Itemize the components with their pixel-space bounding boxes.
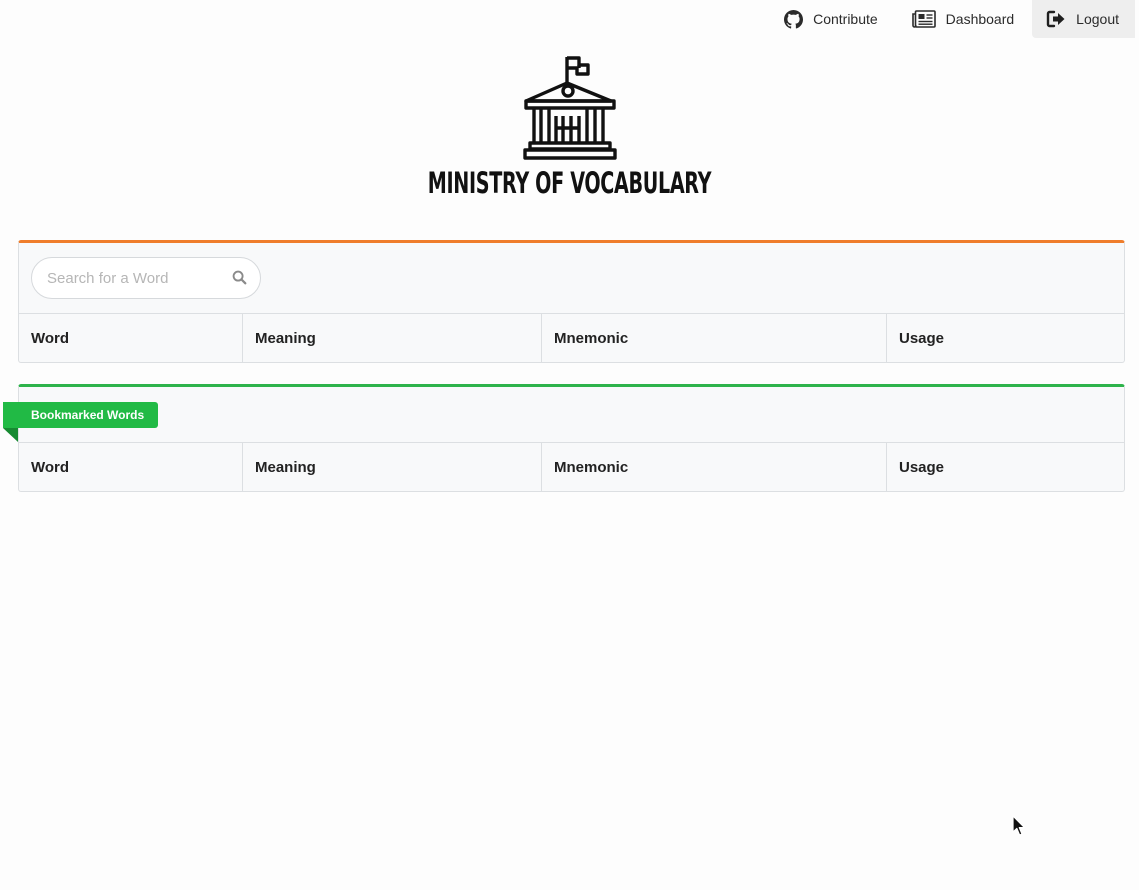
- column-header-word: Word: [19, 314, 243, 362]
- dashboard-link[interactable]: Dashboard: [896, 0, 1033, 38]
- bookmarks-column-header-mnemonic: Mnemonic: [542, 443, 887, 491]
- contribute-label: Contribute: [813, 11, 878, 27]
- column-header-usage: Usage: [899, 329, 945, 347]
- bookmarks-column-header-usage: Usage: [899, 458, 945, 476]
- government-building-icon: [522, 56, 617, 160]
- bookmarks-panel-header: Bookmarked Words: [3, 387, 1124, 443]
- logout-label: Logout: [1076, 11, 1119, 27]
- dashboard-label: Dashboard: [945, 11, 1015, 27]
- logo-title: MINISTRY OF VOCABULARY: [427, 166, 712, 200]
- mouse-cursor-icon: [1012, 815, 1026, 836]
- github-icon: [783, 9, 803, 29]
- bookmarks-table-header: Word Meaning Mnemonic Usage: [19, 443, 1124, 491]
- bookmarks-panel: Bookmarked Words Word Meaning Mnemonic U…: [3, 384, 1125, 492]
- search-panel-header: [19, 243, 1124, 314]
- bookmarks-column-header-meaning: Meaning: [243, 443, 542, 491]
- bookmarks-column-header-word: Word: [19, 443, 243, 491]
- logout-link[interactable]: Logout: [1032, 0, 1135, 38]
- sign-out-icon: [1046, 9, 1066, 29]
- search-input[interactable]: [32, 258, 222, 298]
- column-header-meaning: Meaning: [243, 314, 542, 362]
- search-icon[interactable]: [232, 270, 248, 286]
- column-header-mnemonic: Mnemonic: [542, 314, 887, 362]
- words-table-header: Word Meaning Mnemonic Usage: [19, 314, 1124, 362]
- site-logo: MINISTRY OF VOCABULARY: [0, 54, 1139, 200]
- search-box: [31, 257, 261, 299]
- top-nav: Contribute Dashboard Logout: [767, 0, 1139, 38]
- newspaper-icon: [911, 9, 936, 29]
- search-panel: Word Meaning Mnemonic Usage: [18, 240, 1125, 363]
- bookmarks-ribbon-label: Bookmarked Words: [3, 402, 159, 442]
- contribute-link[interactable]: Contribute: [767, 0, 896, 38]
